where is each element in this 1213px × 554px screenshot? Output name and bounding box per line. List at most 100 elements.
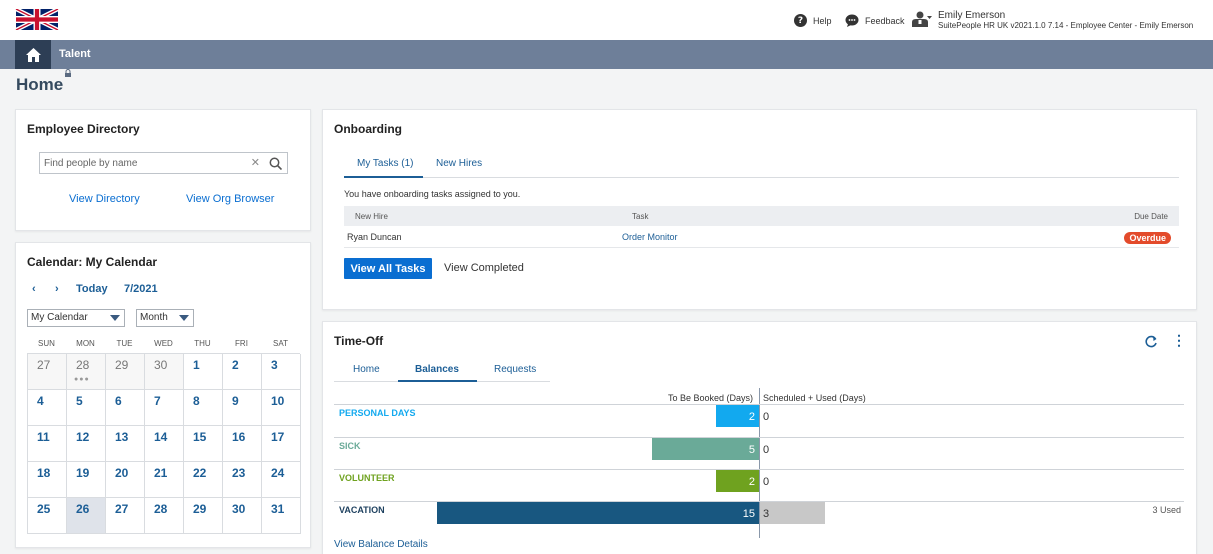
calendar-day[interactable]: 11 [28, 426, 67, 462]
feedback-link[interactable]: Feedback [845, 14, 905, 27]
feedback-label: Feedback [865, 15, 905, 26]
balance-row-volunteer: VOLUNTEER 2 0 [334, 469, 1184, 497]
weekday-label: MON [76, 339, 95, 348]
calendar-day-today[interactable]: 26 [67, 498, 106, 534]
view-balance-details-link[interactable]: View Balance Details [334, 539, 428, 550]
to-be-booked-value: 5 [748, 444, 755, 456]
calendar-day[interactable]: 13 [106, 426, 145, 462]
calendar-day[interactable]: 24 [262, 462, 301, 498]
calendar-day[interactable]: 29 [184, 498, 223, 534]
calendar-day[interactable]: 31 [262, 498, 301, 534]
today-button[interactable]: Today [76, 283, 108, 295]
calendar-day[interactable]: 2 [223, 354, 262, 390]
clear-icon[interactable]: ✕ [251, 156, 260, 169]
calendar-day[interactable]: 25 [28, 498, 67, 534]
calendar-day[interactable]: 27 [106, 498, 145, 534]
table-header: New Hire Task Due Date [344, 206, 1179, 226]
calendar-day[interactable]: 23 [223, 462, 262, 498]
calendar-view-select[interactable]: Month [136, 309, 194, 327]
task-link[interactable]: Order Monitor [622, 232, 678, 242]
weekday-label: SAT [273, 339, 288, 348]
refresh-icon[interactable] [1145, 335, 1158, 348]
calendar-day[interactable]: 20 [106, 462, 145, 498]
calendar-day[interactable]: 16 [223, 426, 262, 462]
calendar-day[interactable]: 5 [67, 390, 106, 426]
to-be-booked-value: 2 [748, 476, 755, 488]
table-row: Ryan Duncan Order Monitor Overdue [344, 226, 1179, 248]
time-off-card: Time-Off ⋮ Home Balances Requests To Be … [322, 321, 1197, 554]
balance-label: VACATION [339, 505, 385, 515]
used-bar [760, 502, 825, 524]
calendar-select-value: My Calendar [31, 312, 88, 323]
weekday-label: FRI [235, 339, 248, 348]
help-link[interactable]: ? Help [794, 14, 832, 27]
nav-item-talent[interactable]: Talent [59, 48, 91, 60]
onboarding-title: Onboarding [334, 122, 402, 136]
calendar-day[interactable]: 12 [67, 426, 106, 462]
balance-label: PERSONAL DAYS [339, 408, 416, 418]
uk-flag-icon[interactable] [15, 9, 59, 30]
calendar-day[interactable]: 28 ●●● [67, 354, 106, 390]
chevron-down-icon [110, 315, 120, 321]
active-tab-indicator [344, 176, 423, 178]
view-directory-link[interactable]: View Directory [69, 193, 140, 205]
calendar-title: Calendar: My Calendar [27, 255, 158, 269]
employee-directory-title: Employee Directory [27, 122, 140, 136]
calendar-day[interactable]: 9 [223, 390, 262, 426]
balance-row-sick: SICK 5 0 [334, 437, 1184, 465]
calendar-day[interactable]: 30 [145, 354, 184, 390]
calendar-day[interactable]: 30 [223, 498, 262, 534]
user-menu-icon[interactable] [910, 11, 932, 27]
more-events-icon[interactable]: ●●● [74, 376, 90, 383]
tab-new-hires[interactable]: New Hires [436, 158, 482, 169]
calendar-day[interactable]: 8 [184, 390, 223, 426]
user-name[interactable]: Emily Emerson [938, 10, 1005, 21]
calendar-day[interactable]: 6 [106, 390, 145, 426]
people-search-input[interactable] [40, 153, 245, 173]
current-month-label: 7/2021 [124, 283, 158, 295]
calendar-day[interactable]: 1 [184, 354, 223, 390]
overdue-badge: Overdue [1124, 232, 1171, 244]
calendar-select[interactable]: My Calendar [27, 309, 125, 327]
to-be-booked-value: 15 [742, 508, 755, 520]
calendar-day[interactable]: 15 [184, 426, 223, 462]
calendar-day[interactable]: 29 [106, 354, 145, 390]
page-title: Home [16, 75, 64, 94]
weekday-header: SUN MON TUE WED THU FRI SAT [27, 339, 300, 353]
tab-my-tasks[interactable]: My Tasks (1) [357, 158, 414, 169]
weekday-label: WED [154, 339, 173, 348]
calendar-day[interactable]: 3 [262, 354, 301, 390]
tab-requests[interactable]: Requests [494, 364, 536, 375]
used-text: 3 Used [1152, 505, 1181, 515]
calendar-day[interactable]: 4 [28, 390, 67, 426]
feedback-icon [845, 14, 859, 27]
help-label: Help [813, 15, 832, 26]
next-month-icon[interactable]: › [55, 283, 59, 295]
calendar-day[interactable]: 28 [145, 498, 184, 534]
tab-balances[interactable]: Balances [415, 364, 459, 375]
calendar-day[interactable]: 18 [28, 462, 67, 498]
view-org-browser-link[interactable]: View Org Browser [186, 193, 274, 205]
home-button[interactable] [15, 40, 51, 69]
balance-label: SICK [339, 441, 361, 451]
calendar-day[interactable]: 14 [145, 426, 184, 462]
calendar-day[interactable]: 22 [184, 462, 223, 498]
scheduled-used-value: 0 [763, 411, 770, 423]
tab-home[interactable]: Home [353, 364, 380, 375]
people-search-box: ✕ [39, 152, 288, 174]
weekday-label: TUE [116, 339, 133, 348]
view-all-tasks-button[interactable]: View All Tasks [344, 258, 432, 279]
search-icon[interactable] [269, 157, 282, 170]
more-options-icon[interactable]: ⋮ [1172, 332, 1186, 349]
calendar-day[interactable]: 21 [145, 462, 184, 498]
col-task: Task [632, 212, 649, 221]
day-number: 28 [76, 358, 90, 372]
view-completed-link[interactable]: View Completed [444, 262, 524, 274]
calendar-day[interactable]: 19 [67, 462, 106, 498]
calendar-day[interactable]: 7 [145, 390, 184, 426]
prev-month-icon[interactable]: ‹ [32, 283, 36, 295]
calendar-day[interactable]: 27 [28, 354, 67, 390]
calendar-day[interactable]: 10 [262, 390, 301, 426]
calendar-card: Calendar: My Calendar ‹ › Today 7/2021 M… [15, 242, 311, 548]
calendar-day[interactable]: 17 [262, 426, 301, 462]
